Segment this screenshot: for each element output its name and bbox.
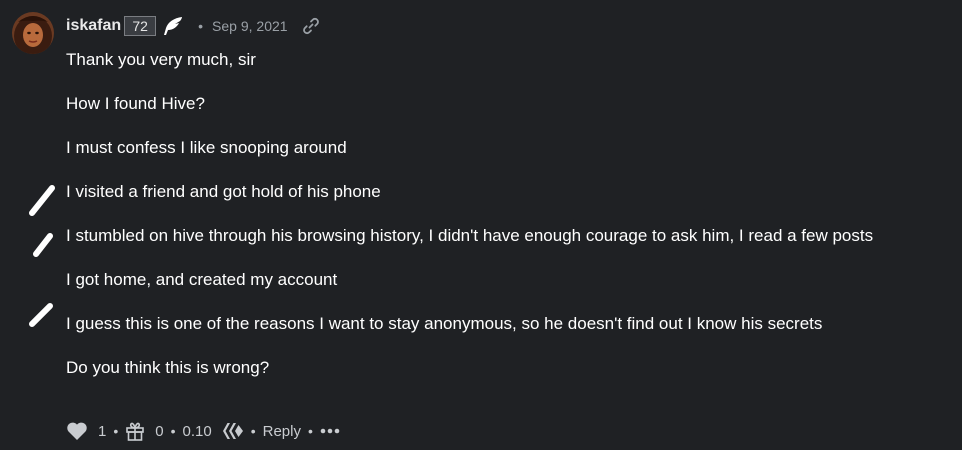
paragraph: I visited a friend and got hold of his p… bbox=[66, 182, 381, 201]
marker-stroke bbox=[29, 303, 53, 327]
avatar[interactable] bbox=[12, 12, 54, 54]
author-name[interactable]: iskafan bbox=[66, 17, 121, 35]
paragraph: I guess this is one of the reasons I wan… bbox=[66, 314, 823, 333]
separator-dot: • bbox=[198, 18, 204, 34]
separator-dot: • bbox=[113, 423, 119, 439]
comment-footer: 1 • 0 • 0.10 • Reply • bbox=[66, 418, 340, 444]
gift-icon[interactable] bbox=[125, 421, 145, 441]
separator-dot: • bbox=[250, 423, 256, 439]
separator-dot: • bbox=[307, 423, 313, 439]
paragraph: Do you think this is wrong? bbox=[66, 358, 270, 377]
paragraph: How I found Hive? bbox=[66, 94, 205, 113]
marker-stroke bbox=[29, 185, 55, 216]
paragraph: I stumbled on hive through his browsing … bbox=[66, 226, 874, 245]
separator-dot: • bbox=[170, 423, 176, 439]
more-icon[interactable] bbox=[320, 426, 340, 436]
marker-stroke bbox=[33, 233, 53, 257]
paragraph: I must confess I like snooping around bbox=[66, 138, 347, 157]
reply-button[interactable]: Reply bbox=[263, 423, 301, 440]
comment-body: Thank you very much, sir How I found Hiv… bbox=[66, 46, 936, 381]
paragraph: Thank you very much, sir bbox=[66, 50, 256, 69]
comment-card: iskafan 72 • Sep 9, 2021 Thank you very … bbox=[0, 0, 962, 450]
feather-icon bbox=[162, 16, 184, 36]
link-icon[interactable] bbox=[302, 17, 320, 35]
heart-icon[interactable] bbox=[66, 421, 88, 441]
post-date[interactable]: Sep 9, 2021 bbox=[212, 18, 288, 34]
gift-count: 0 bbox=[155, 422, 164, 440]
comment-header: iskafan 72 • Sep 9, 2021 bbox=[66, 14, 320, 38]
vote-count: 1 bbox=[98, 422, 107, 440]
reputation-badge: 72 bbox=[124, 16, 157, 36]
hive-logo-icon bbox=[222, 421, 244, 441]
paragraph: I got home, and created my account bbox=[66, 270, 338, 289]
payout-value[interactable]: 0.10 bbox=[183, 423, 212, 440]
